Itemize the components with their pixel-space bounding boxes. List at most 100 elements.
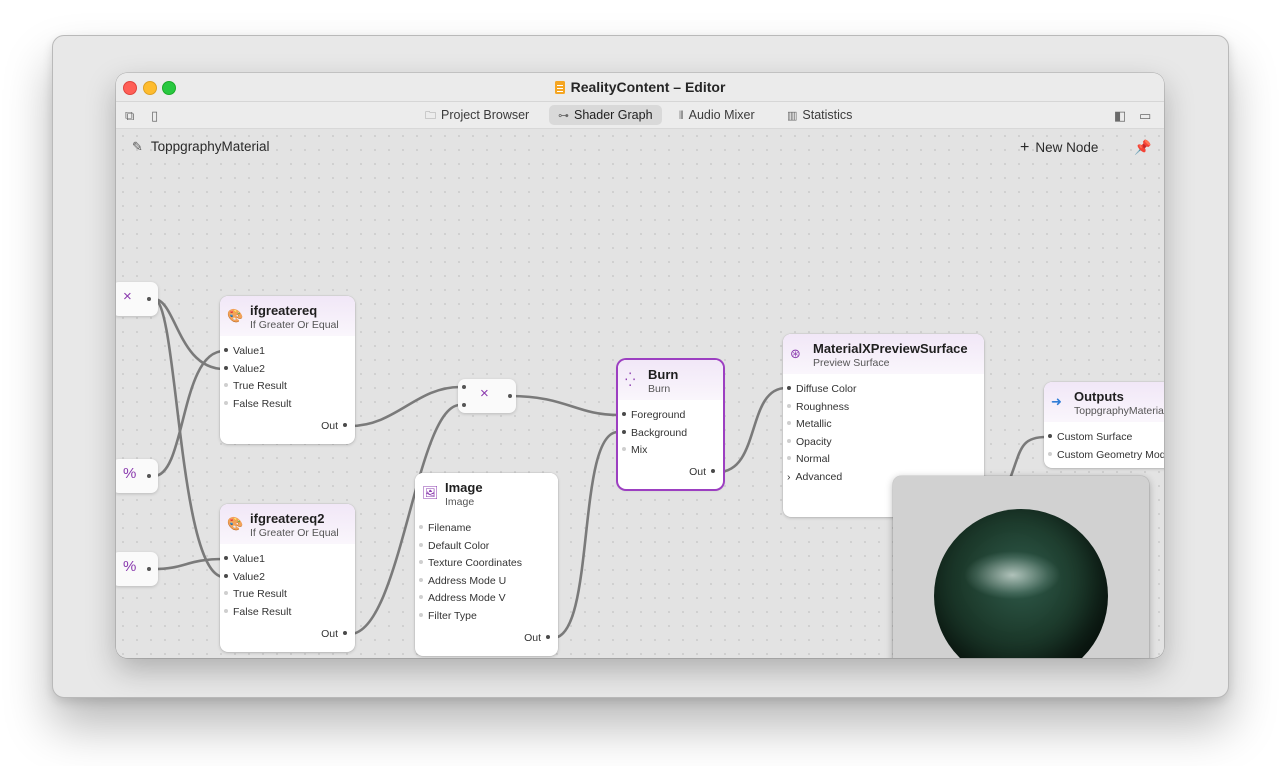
material-breadcrumb: ✎ ToppgraphyMaterial: [132, 139, 269, 155]
multiply-node-mid[interactable]: ×: [458, 379, 516, 413]
new-node-button[interactable]: + New Node: [1020, 139, 1098, 157]
node-header: ⁛ Burn Burn: [618, 360, 723, 400]
plus-icon: +: [1020, 139, 1030, 156]
output-port-out[interactable]: Out: [689, 466, 715, 478]
input-port-value2[interactable]: Value2: [224, 363, 265, 375]
wire-image-to-background: [551, 430, 620, 640]
node-subtitle: Burn: [648, 383, 671, 395]
bottom-panel-toggle-icon[interactable]: ▭: [1139, 108, 1151, 124]
new-node-label: New Node: [1035, 140, 1099, 155]
input-port-filename[interactable]: Filename: [419, 522, 471, 534]
wire-burn-to-diffuse: [716, 386, 788, 474]
material-name: ToppgraphyMaterial: [150, 139, 270, 154]
node-header: 🎨 ifgreatereq If Greater Or Equal: [220, 296, 355, 336]
input-port-custom-geometry[interactable]: Custom Geometry Mod: [1048, 449, 1164, 461]
toolbar: ⧉ ▯ 🗀 Project Browser ⊶ Shader Graph ⫴ Audi…: [116, 102, 1164, 129]
paintbrush-icon: ✎: [132, 139, 143, 154]
output-port-out[interactable]: Out: [321, 420, 347, 432]
tab-statistics[interactable]: ▥ Statistics: [778, 105, 861, 125]
input-port-address-mode-v[interactable]: Address Mode V: [419, 592, 506, 604]
node-ifgreatereq[interactable]: 🎨 ifgreatereq If Greater Or Equal Value1…: [220, 296, 355, 444]
node-subtitle: ToppgraphyMateria: [1074, 405, 1164, 417]
inspector-toggle-icon[interactable]: ◧: [1114, 108, 1126, 124]
input-port-filter-type[interactable]: Filter Type: [419, 610, 477, 622]
input-port[interactable]: [462, 385, 466, 389]
image-icon: 🖼: [422, 485, 439, 500]
input-port-custom-surface[interactable]: Custom Surface: [1048, 431, 1132, 443]
percent-node-a[interactable]: %: [116, 459, 158, 493]
palette-icon: 🎨: [227, 308, 244, 323]
input-port[interactable]: [462, 403, 466, 407]
node-title: ifgreatereq: [250, 303, 318, 318]
input-port-true-result[interactable]: True Result: [224, 380, 287, 392]
output-port[interactable]: [508, 394, 512, 398]
input-port-normal[interactable]: Normal: [787, 453, 830, 465]
wire-ifge-out: [348, 385, 462, 428]
tab-label: Shader Graph: [574, 108, 653, 122]
node-ifgreatereq2[interactable]: 🎨 ifgreatereq2 If Greater Or Equal Value…: [220, 504, 355, 652]
input-port-true-result[interactable]: True Result: [224, 588, 287, 600]
preview-sphere[interactable]: [934, 509, 1108, 658]
tab-label: Statistics: [802, 108, 853, 122]
tab-shader-graph[interactable]: ⊶ Shader Graph: [549, 105, 662, 125]
document-icon: [554, 81, 565, 94]
output-port[interactable]: [147, 567, 151, 571]
material-preview-panel[interactable]: ○⌄ ⛰⌄: [893, 476, 1149, 658]
sidebar-toggle-icon[interactable]: ▯: [151, 108, 158, 124]
output-port-out[interactable]: Out: [321, 628, 347, 640]
wire-pct-to-value1: [152, 349, 226, 478]
input-port-opacity[interactable]: Opacity: [787, 436, 832, 448]
tab-audio-mixer[interactable]: ⫴ Audio Mixer: [670, 105, 764, 125]
output-arrow-icon: ➜: [1051, 394, 1062, 409]
wire-preview-to-outputs: [1009, 435, 1048, 478]
input-port-false-result[interactable]: False Result: [224, 606, 291, 618]
node-header: ➜ Outputs ToppgraphyMateria: [1044, 382, 1164, 422]
percent-glyph: %: [123, 558, 137, 575]
advanced-disclosure[interactable]: › Advanced: [787, 471, 842, 483]
output-port-out[interactable]: Out: [524, 632, 550, 644]
chevron-right-icon: ›: [787, 471, 791, 483]
input-port-default-color[interactable]: Default Color: [419, 540, 489, 552]
node-title: MaterialXPreviewSurface: [813, 341, 968, 356]
output-port[interactable]: [147, 297, 151, 301]
multiply-glyph: ×: [480, 385, 489, 402]
node-title: ifgreatereq2: [250, 511, 325, 526]
input-port-address-mode-u[interactable]: Address Mode U: [419, 575, 506, 587]
node-title: Burn: [648, 367, 679, 382]
shader-graph-canvas[interactable]: ✎ ToppgraphyMaterial + New Node 📌 × % % …: [116, 129, 1164, 658]
input-port-texture-coordinates[interactable]: Texture Coordinates: [419, 557, 522, 569]
wire-pctb-to-value1b: [152, 557, 226, 571]
node-header: ⊛ MaterialXPreviewSurface Preview Surfac…: [783, 334, 984, 374]
node-subtitle: Preview Surface: [813, 357, 890, 369]
window-title-wrap: RealityContent – Editor: [116, 79, 1164, 95]
input-port-background[interactable]: Background: [622, 427, 687, 439]
node-burn[interactable]: ⁛ Burn Burn Foreground Background Mix Ou…: [618, 360, 723, 489]
percent-node-b[interactable]: %: [116, 552, 158, 586]
node-header: 🎨 ifgreatereq2 If Greater Or Equal: [220, 504, 355, 544]
wire-mult-to-foreground: [508, 394, 620, 417]
sliders-icon: ⫴: [679, 110, 684, 122]
input-port-diffuse-color[interactable]: Diffuse Color: [787, 383, 857, 395]
input-port-value1[interactable]: Value1: [224, 345, 265, 357]
multiply-node-top[interactable]: ×: [116, 282, 158, 316]
node-title: Image: [445, 480, 483, 495]
window-title: RealityContent – Editor: [570, 79, 726, 95]
multiply-glyph: ×: [123, 288, 132, 305]
wire-mult-to-value2b: [152, 297, 226, 579]
input-port-mix[interactable]: Mix: [622, 444, 647, 456]
input-port-false-result[interactable]: False Result: [224, 398, 291, 410]
input-port-foreground[interactable]: Foreground: [622, 409, 685, 421]
output-port[interactable]: [147, 474, 151, 478]
pin-icon[interactable]: 📌: [1134, 139, 1151, 156]
input-port-metallic[interactable]: Metallic: [787, 418, 832, 430]
tab-project-browser[interactable]: 🗀 Project Browser: [416, 105, 538, 125]
input-port-value2[interactable]: Value2: [224, 571, 265, 583]
node-image[interactable]: 🖼 Image Image Filename Default Color Tex…: [415, 473, 558, 656]
aperture-icon: ⊛: [790, 346, 801, 361]
editor-window: RealityContent – Editor ⧉ ▯ 🗀 Project Bro…: [116, 73, 1164, 658]
windows-icon[interactable]: ⧉: [125, 108, 134, 124]
tab-label: Audio Mixer: [688, 108, 755, 122]
input-port-value1[interactable]: Value1: [224, 553, 265, 565]
input-port-roughness[interactable]: Roughness: [787, 401, 849, 413]
node-outputs[interactable]: ➜ Outputs ToppgraphyMateria Custom Surfa…: [1044, 382, 1164, 468]
